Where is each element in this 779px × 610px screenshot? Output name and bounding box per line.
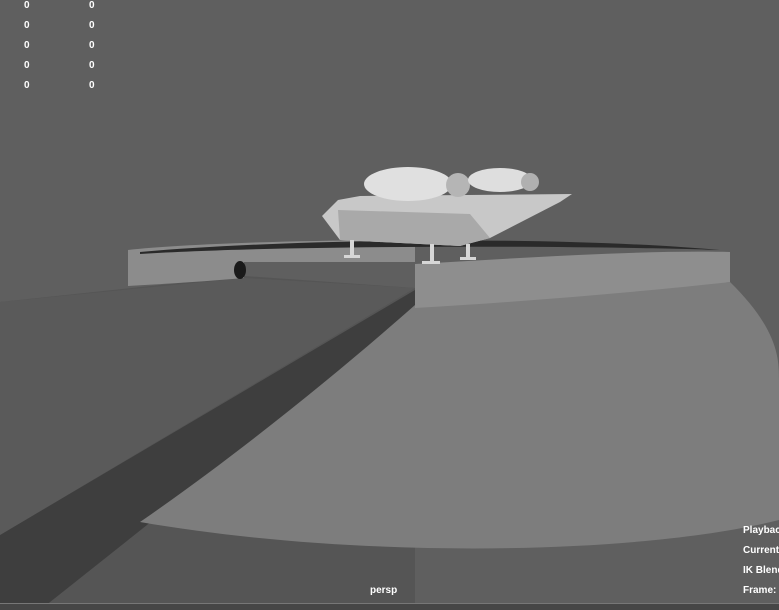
hud-stat-value: 0 <box>24 20 30 31</box>
hud-stat-value: 0 <box>89 80 95 91</box>
hud-stat-value: 0 <box>89 20 95 31</box>
camera-name-label: persp <box>370 585 398 596</box>
hud-stat-value: 0 <box>89 0 95 11</box>
engine-left <box>364 167 452 201</box>
hud-current-label: Current <box>743 545 779 556</box>
landing-leg <box>466 244 470 258</box>
hud-stat-value: 0 <box>89 40 95 51</box>
hud-stat-value: 0 <box>24 60 30 71</box>
hud-stat-row: 0 0 <box>0 39 120 53</box>
hud-stat-row: 0 0 <box>0 0 120 13</box>
engine-right-nozzle <box>521 173 539 191</box>
hud-ik-blend-label: IK Blend <box>743 565 779 576</box>
hud-stat-value: 0 <box>24 40 30 51</box>
hud-stat-row: 0 0 <box>0 19 120 33</box>
perspective-viewport[interactable]: 0 0 0 0 0 0 0 0 0 0 Playback Current IK … <box>0 0 779 610</box>
rim-hole <box>234 261 246 279</box>
hud-right-info: Playback Current IK Blend Frame: <box>743 524 779 604</box>
hud-stat-value: 0 <box>24 0 30 11</box>
landing-leg <box>350 240 354 256</box>
hud-stat-row: 0 0 <box>0 79 120 93</box>
landing-leg <box>430 244 434 262</box>
landing-foot <box>422 261 440 264</box>
viewport-bottom-bar <box>0 603 779 610</box>
landing-foot <box>344 255 360 258</box>
hud-stat-row: 0 0 <box>0 59 120 73</box>
hud-stat-value: 0 <box>24 80 30 91</box>
hud-stat-value: 0 <box>89 60 95 71</box>
engine-left-nozzle <box>446 173 470 197</box>
landing-foot <box>460 257 476 260</box>
ship-hull-shadow <box>338 210 490 246</box>
hud-playback-label: Playback <box>743 525 779 536</box>
hud-frame-label: Frame: <box>743 585 777 596</box>
